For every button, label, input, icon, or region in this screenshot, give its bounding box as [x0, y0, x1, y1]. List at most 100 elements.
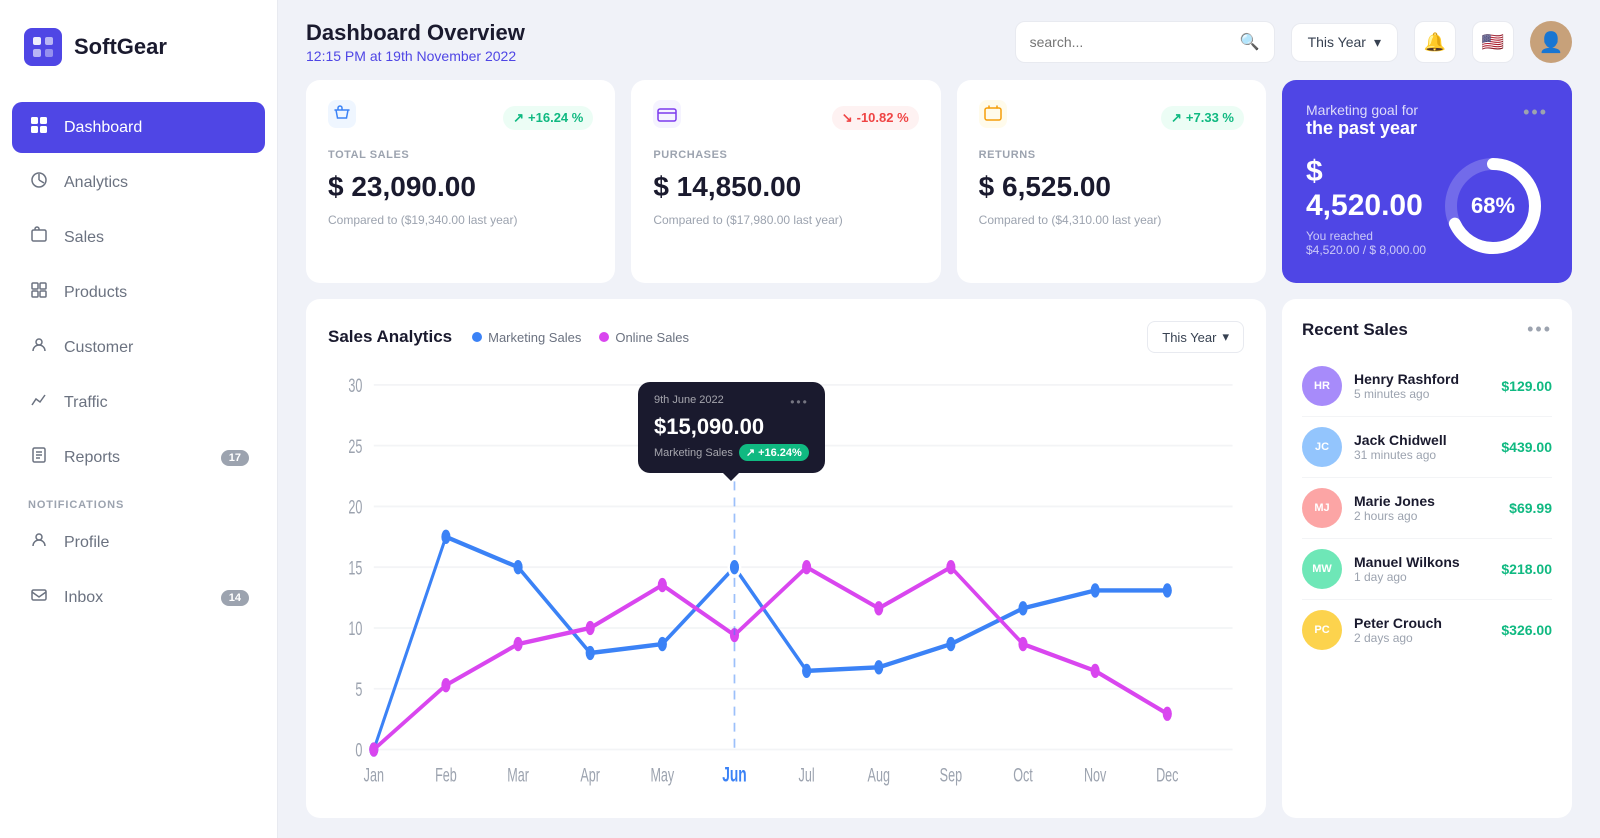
profile-icon — [28, 531, 50, 554]
sidebar-item-analytics[interactable]: Analytics — [12, 157, 265, 208]
more-options-icon[interactable]: ••• — [1527, 319, 1552, 340]
donut-label: 68% — [1471, 193, 1515, 219]
sale-time: 2 days ago — [1354, 631, 1489, 645]
sale-name: Henry Rashford — [1354, 371, 1489, 387]
sale-avatar: HR — [1302, 366, 1342, 406]
sidebar: SoftGear Dashboard Analytics Sales Produ… — [0, 0, 278, 838]
sidebar-item-sales[interactable]: Sales — [12, 212, 265, 263]
flag-button[interactable]: 🇺🇸 — [1472, 21, 1514, 63]
sale-time: 31 minutes ago — [1354, 448, 1489, 462]
recent-sales-list: HR Henry Rashford 5 minutes ago $129.00 … — [1302, 356, 1552, 660]
sale-amount: $218.00 — [1501, 561, 1552, 577]
header-title: Dashboard Overview 12:15 PM at 19th Nove… — [306, 20, 999, 64]
recent-sales-header: Recent Sales ••• — [1302, 319, 1552, 340]
analytics-icon — [28, 171, 50, 194]
search-input[interactable] — [1030, 34, 1232, 50]
chevron-down-icon: ▾ — [1222, 329, 1229, 345]
sale-avatar: JC — [1302, 427, 1342, 467]
sidebar-item-customer[interactable]: Customer — [12, 322, 265, 373]
stat-value: $ 14,850.00 — [653, 171, 918, 203]
sale-name: Marie Jones — [1354, 493, 1497, 509]
sale-info: Peter Crouch 2 days ago — [1354, 615, 1489, 645]
chevron-down-icon: ▾ — [1374, 34, 1381, 51]
legend-label: Marketing Sales — [488, 330, 581, 345]
svg-text:10: 10 — [348, 618, 362, 639]
stat-compare: Compared to ($4,310.00 last year) — [979, 213, 1244, 227]
logo-icon — [24, 28, 62, 66]
svg-text:Dec: Dec — [1156, 765, 1178, 786]
dashboard-icon — [28, 116, 50, 139]
sale-avatar: MJ — [1302, 488, 1342, 528]
nav-badge: 14 — [221, 590, 249, 606]
app-name: SoftGear — [74, 34, 167, 60]
stat-card-returns: ↗ +7.33 % RETURNS $ 6,525.00 Compared to… — [957, 80, 1266, 283]
stat-value: $ 23,090.00 — [328, 171, 593, 203]
sale-item: MW Manuel Wilkons 1 day ago $218.00 — [1302, 539, 1552, 600]
stat-card-purchases: ↘ -10.82 % PURCHASES $ 14,850.00 Compare… — [631, 80, 940, 283]
sidebar-item-label: Sales — [64, 229, 104, 247]
chart-filter-label: This Year — [1162, 330, 1216, 345]
stat-compare: Compared to ($19,340.00 last year) — [328, 213, 593, 227]
search-box[interactable]: 🔍 — [1015, 21, 1275, 63]
chart-header: Sales Analytics Marketing Sales Online S… — [328, 321, 1244, 353]
svg-text:Jan: Jan — [364, 765, 384, 786]
products-icon — [28, 281, 50, 304]
sidebar-item-reports[interactable]: Reports 17 — [12, 432, 265, 483]
sidebar-item-profile[interactable]: Profile — [12, 517, 265, 568]
stat-value: $ 6,525.00 — [979, 171, 1244, 203]
search-icon: 🔍 — [1240, 32, 1260, 52]
sale-amount: $326.00 — [1501, 622, 1552, 638]
sidebar-item-traffic[interactable]: Traffic — [12, 377, 265, 428]
notifications-button[interactable]: 🔔 — [1414, 21, 1456, 63]
svg-text:Oct: Oct — [1013, 765, 1033, 786]
svg-text:Jun: Jun — [722, 763, 746, 787]
chart-filter-button[interactable]: This Year ▾ — [1147, 321, 1244, 353]
sidebar-item-label: Inbox — [64, 589, 103, 607]
year-filter-button[interactable]: This Year ▾ — [1291, 23, 1398, 62]
marketing-body: $ 4,520.00 You reached $4,520.00 / $ 8,0… — [1306, 151, 1548, 261]
svg-text:Jul: Jul — [799, 765, 815, 786]
legend-label: Online Sales — [615, 330, 689, 345]
trend-icon: ↘ — [842, 110, 853, 126]
more-options-icon[interactable]: ••• — [1523, 102, 1548, 123]
svg-text:Apr: Apr — [580, 765, 600, 786]
sales-icon — [28, 226, 50, 249]
purchases-icon — [653, 100, 681, 135]
sidebar-item-label: Reports — [64, 449, 120, 467]
sale-info: Jack Chidwell 31 minutes ago — [1354, 432, 1489, 462]
chart-title: Sales Analytics — [328, 327, 452, 347]
marketing-footer: You reached $4,520.00 / $ 8,000.00 — [1306, 229, 1438, 257]
legend-dot — [599, 332, 609, 342]
sidebar-item-inbox[interactable]: Inbox 14 — [12, 572, 265, 623]
reports-icon — [28, 446, 50, 469]
returns-icon — [979, 100, 1007, 135]
svg-text:Aug: Aug — [868, 765, 890, 786]
notifications-label: NOTIFICATIONS — [12, 487, 265, 517]
sale-info: Marie Jones 2 hours ago — [1354, 493, 1497, 523]
sale-item: HR Henry Rashford 5 minutes ago $129.00 — [1302, 356, 1552, 417]
stat-badge: ↗ +7.33 % — [1161, 106, 1244, 130]
trend-icon: ↗ — [513, 110, 524, 126]
nav-badge: 17 — [221, 450, 249, 466]
svg-text:Mar: Mar — [507, 765, 529, 786]
sidebar-item-products[interactable]: Products — [12, 267, 265, 318]
page-title: Dashboard Overview — [306, 20, 999, 46]
avatar[interactable]: 👤 — [1530, 21, 1572, 63]
svg-text:Sep: Sep — [940, 765, 962, 786]
year-filter-label: This Year — [1308, 34, 1366, 50]
recent-sales-title: Recent Sales — [1302, 320, 1408, 340]
stat-label: PURCHASES — [653, 149, 918, 161]
stat-badge: ↗ +16.24 % — [503, 106, 593, 130]
dashboard-grid: ↗ +16.24 % TOTAL SALES $ 23,090.00 Compa… — [278, 80, 1600, 838]
sale-amount: $69.99 — [1509, 500, 1552, 516]
chart-legend: Marketing Sales Online Sales — [472, 330, 689, 345]
marketing-subtitle: the past year — [1306, 118, 1418, 139]
sale-item: PC Peter Crouch 2 days ago $326.00 — [1302, 600, 1552, 660]
stat-card-total-sales: ↗ +16.24 % TOTAL SALES $ 23,090.00 Compa… — [306, 80, 615, 283]
legend-item: Marketing Sales — [472, 330, 581, 345]
svg-text:30: 30 — [348, 375, 362, 396]
sidebar-item-label: Dashboard — [64, 119, 142, 137]
svg-text:5: 5 — [355, 679, 362, 700]
sidebar-navigation: Dashboard Analytics Sales Products Custo… — [0, 94, 277, 838]
sidebar-item-dashboard[interactable]: Dashboard — [12, 102, 265, 153]
